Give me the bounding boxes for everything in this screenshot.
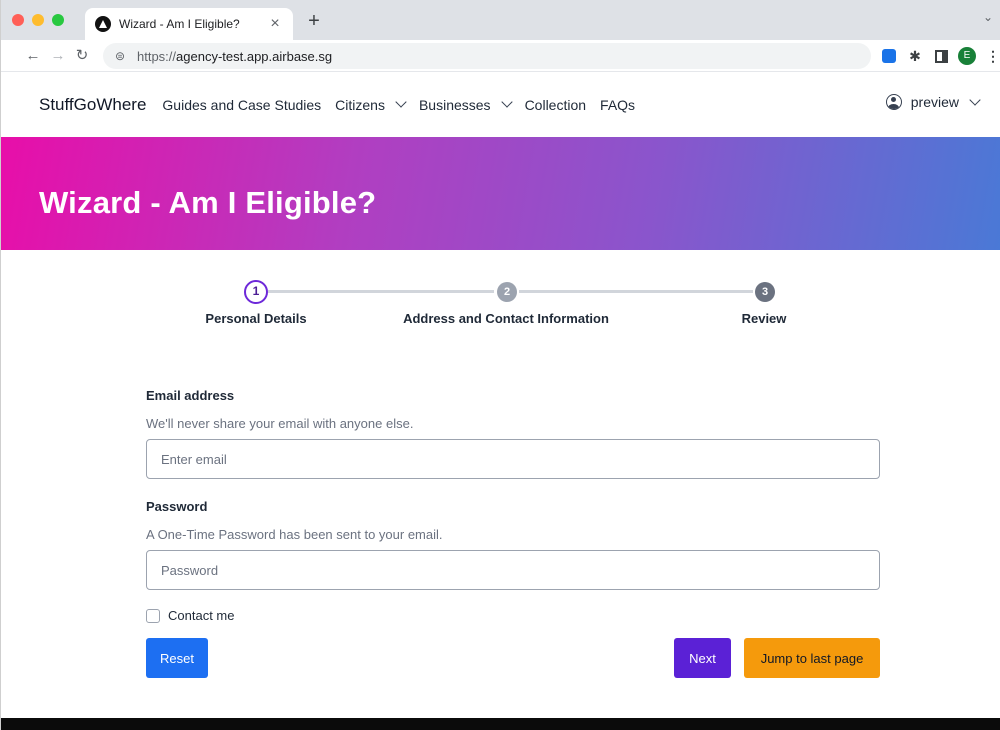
eligibility-form: Email address We'll never share your ema…: [146, 388, 880, 623]
nav-citizens-label: Citizens: [335, 96, 385, 113]
wizard-stepper: 1 2 3 Personal Details Address and Conta…: [1, 250, 1000, 350]
chevron-down-icon: [395, 96, 407, 108]
nav-businesses[interactable]: Businesses: [418, 96, 513, 113]
user-menu[interactable]: preview: [885, 93, 981, 110]
tab-title: Wizard - Am I Eligible?: [119, 17, 240, 31]
step-3-label: Review: [741, 311, 787, 326]
site-info-icon[interactable]: ⊜: [115, 49, 129, 63]
step-2-indicator[interactable]: 2: [497, 282, 517, 302]
step-connector: [519, 290, 753, 293]
password-help-text: A One-Time Password has been sent to you…: [146, 527, 443, 542]
close-window-button[interactable]: [12, 14, 24, 26]
nav-businesses-label: Businesses: [418, 96, 491, 113]
chevron-down-icon: [500, 96, 513, 108]
tab-bar: Wizard - Am I Eligible? × + ⌄: [1, 0, 1000, 40]
site-navbar: StuffGoWhere Guides and Case Studies Cit…: [1, 72, 1000, 137]
user-name: preview: [910, 94, 959, 110]
nav-citizens[interactable]: Citizens: [335, 96, 407, 113]
jump-to-last-page-button[interactable]: Jump to last page: [744, 638, 880, 678]
url-scheme: https://: [137, 48, 177, 64]
user-avatar-icon: [885, 94, 902, 110]
nav-collection[interactable]: Collection: [525, 97, 586, 113]
nav-faqs[interactable]: FAQs: [600, 97, 635, 113]
extension-icon[interactable]: [879, 46, 899, 66]
step-2-label: Address and Contact Information: [403, 311, 609, 326]
side-panel-icon[interactable]: [931, 46, 951, 66]
site-favicon-icon: [95, 16, 111, 32]
browser-tab[interactable]: Wizard - Am I Eligible? ×: [85, 8, 293, 40]
brand-logo[interactable]: StuffGoWhere: [39, 95, 146, 115]
tab-close-icon[interactable]: ×: [267, 15, 283, 33]
step-connector: [268, 290, 494, 293]
reload-icon[interactable]: ↻: [72, 46, 92, 66]
page-footer: [1, 718, 1000, 730]
more-vert-icon[interactable]: ⋮: [983, 46, 1000, 66]
nav-faqs-label: FAQs: [600, 96, 636, 113]
page-title: Wizard - Am I Eligible?: [39, 185, 377, 220]
browser-window: Wizard - Am I Eligible? × + ⌄ ← → ↻ ⊜ ht…: [0, 0, 1000, 730]
browser-toolbar: ← → ↻ ⊜ https:// agency-test.app.airbase…: [1, 40, 1000, 72]
forward-arrow-icon[interactable]: →: [48, 46, 68, 66]
email-field[interactable]: [146, 439, 880, 479]
step-1-label: Personal Details: [205, 311, 307, 326]
next-button[interactable]: Next: [674, 638, 731, 678]
url-host: agency-test.app.airbase.sg: [176, 48, 333, 64]
back-arrow-icon[interactable]: ←: [23, 46, 43, 66]
step-3-indicator[interactable]: 3: [755, 282, 775, 302]
email-label: Email address: [146, 388, 235, 403]
reset-button[interactable]: Reset: [146, 638, 208, 678]
maximize-window-button[interactable]: [52, 14, 64, 26]
address-bar[interactable]: ⊜ https:// agency-test.app.airbase.sg: [103, 43, 871, 69]
nav-guides-label: Guides and Case Studies: [162, 96, 322, 113]
step-1-indicator[interactable]: 1: [244, 280, 268, 304]
profile-avatar[interactable]: E: [957, 46, 977, 66]
contact-me-row[interactable]: Contact me: [146, 608, 880, 623]
email-help-text: We'll never share your email with anyone…: [146, 416, 414, 431]
profile-initial: E: [958, 47, 976, 65]
contact-me-label: Contact me: [168, 608, 235, 623]
password-label: Password: [146, 499, 208, 514]
hero-banner: Wizard - Am I Eligible?: [1, 137, 1000, 250]
nav-collection-label: Collection: [524, 96, 587, 113]
puzzle-icon[interactable]: ✱: [905, 46, 925, 66]
contact-me-checkbox[interactable]: [146, 608, 160, 623]
chevron-down-icon: [969, 93, 981, 106]
minimize-window-button[interactable]: [32, 14, 44, 26]
tab-search-icon[interactable]: ⌄: [983, 10, 993, 24]
new-tab-button[interactable]: +: [303, 10, 325, 32]
password-field[interactable]: [146, 550, 880, 590]
nav-guides[interactable]: Guides and Case Studies: [162, 97, 321, 113]
